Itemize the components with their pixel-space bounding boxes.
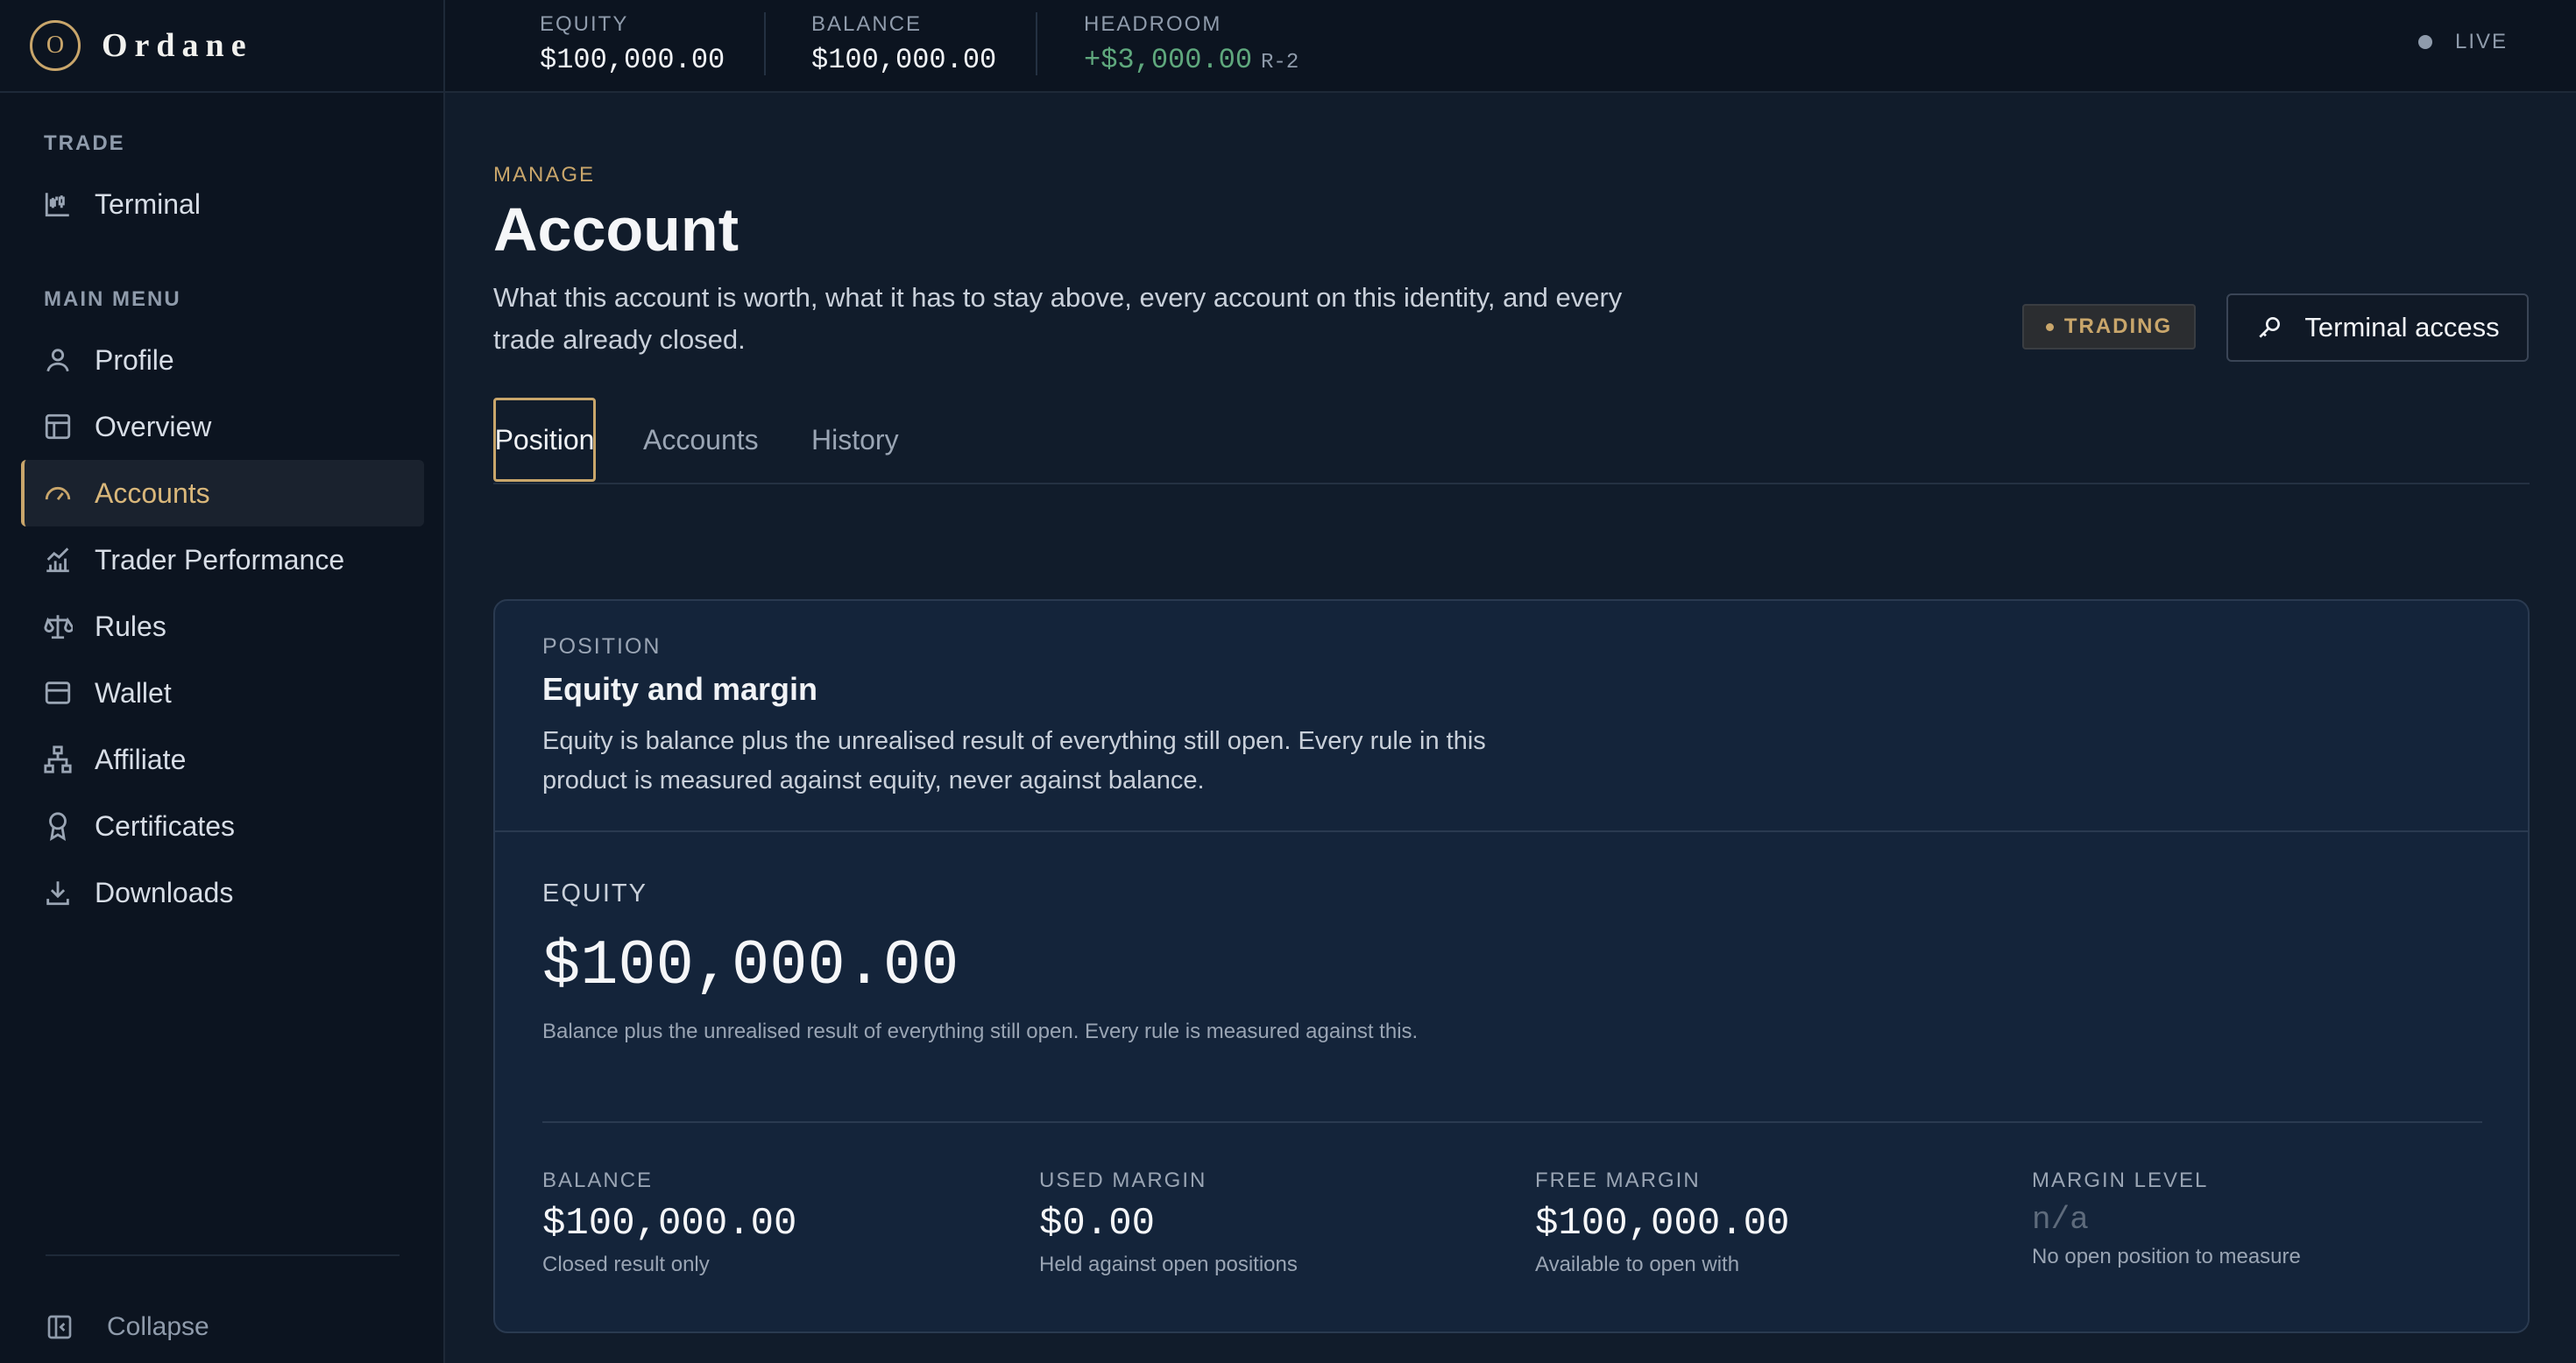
sidebar-item-trader-performance[interactable]: Trader Performance xyxy=(21,526,424,593)
sidebar-item-rules[interactable]: Rules xyxy=(21,593,424,660)
metric-free-margin: FREE MARGIN $100,000.00 Available to ope… xyxy=(1535,1169,1789,1277)
sidebar-item-terminal[interactable]: Terminal xyxy=(21,171,424,237)
headroom-stat-label: HEADROOM xyxy=(1084,12,1222,36)
sidebar-item-label: Certificates xyxy=(95,809,236,842)
user-icon xyxy=(42,344,74,376)
sidebar-item-accounts[interactable]: Accounts xyxy=(21,460,424,526)
brand-name: Ordane xyxy=(102,27,253,64)
top-bar: EQUITY $100,000.00 BALANCE $100,000.00 H… xyxy=(445,0,2576,93)
metric-sub: Available to open with xyxy=(1535,1253,1740,1276)
metric-used-margin: USED MARGIN $0.00 Held against open posi… xyxy=(1039,1169,1298,1277)
equity-value: $100,000.00 xyxy=(542,930,959,1002)
badge-dot-icon xyxy=(2045,322,2054,331)
metric-sub: Held against open positions xyxy=(1039,1253,1298,1276)
nav-section-trade: TRADE xyxy=(44,131,125,155)
metric-label: MARGIN LEVEL xyxy=(2032,1169,2209,1192)
brand-logo: O xyxy=(30,20,81,71)
balance-stat-label: BALANCE xyxy=(811,12,923,36)
gauge-icon xyxy=(42,477,74,509)
terminal-access-button[interactable]: Terminal access xyxy=(2226,293,2529,362)
nav-section-main: MAIN MENU xyxy=(44,287,181,311)
card-divider xyxy=(542,1121,2482,1123)
sidebar-item-certificates[interactable]: Certificates xyxy=(21,793,424,859)
card-header: POSITION Equity and margin Equity is bal… xyxy=(495,601,2528,832)
page-title: Account xyxy=(493,195,739,264)
network-icon xyxy=(42,744,74,775)
metric-label: USED MARGIN xyxy=(1039,1169,1207,1192)
headroom-stat-value: +$3,000.00 R-2 xyxy=(1084,44,1299,76)
live-status: LIVE xyxy=(2417,30,2508,54)
card-description: Equity is balance plus the unrealised re… xyxy=(542,727,1486,794)
award-icon xyxy=(42,810,74,842)
metric-margin-level: MARGIN LEVEL n/a No open position to mea… xyxy=(2032,1169,2301,1269)
page-description: What this account is worth, what it has … xyxy=(493,282,1623,355)
sidebar-item-label: Overview xyxy=(95,410,212,442)
status-badge-label: TRADING xyxy=(2063,314,2173,338)
page-eyebrow: MANAGE xyxy=(493,163,596,187)
layout-icon xyxy=(42,411,74,442)
download-icon xyxy=(42,877,74,908)
candlestick-chart-icon xyxy=(42,188,74,220)
sidebar: O Ordane TRADE Terminal MAIN MENU Profil… xyxy=(0,0,445,1363)
sidebar-item-label: Affiliate xyxy=(95,743,187,775)
metric-balance: BALANCE $100,000.00 Closed result only xyxy=(542,1169,796,1277)
stat-divider xyxy=(1036,12,1037,75)
bar-chart-trend-icon xyxy=(42,544,74,576)
sidebar-item-label: Wallet xyxy=(95,676,172,709)
key-icon xyxy=(2259,317,2281,338)
headroom-value: +$3,000.00 xyxy=(1084,44,1253,76)
sidebar-item-downloads[interactable]: Downloads xyxy=(21,859,424,926)
sidebar-item-wallet[interactable]: Wallet xyxy=(21,660,424,726)
card-eyebrow: POSITION xyxy=(542,634,662,659)
metric-label: BALANCE xyxy=(542,1169,654,1192)
sidebar-item-label: Trader Performance xyxy=(95,543,345,576)
live-status-label: LIVE xyxy=(2454,30,2508,53)
brand[interactable]: O Ordane xyxy=(0,0,443,93)
sidebar-divider xyxy=(46,1254,400,1256)
metric-value: $100,000.00 xyxy=(1535,1202,1790,1246)
equity-stat-value: $100,000.00 xyxy=(540,44,725,76)
equity-margin-card: POSITION Equity and margin Equity is bal… xyxy=(493,599,2530,1333)
headroom-stat: HEADROOM +$3,000.00 R-2 xyxy=(1084,12,1299,76)
card-title: Equity and margin xyxy=(542,671,818,707)
status-dot-icon xyxy=(2417,35,2432,49)
collapse-label: Collapse xyxy=(107,1312,209,1341)
headroom-rule-tag: R-2 xyxy=(1261,51,1299,74)
sidebar-item-label: Profile xyxy=(95,343,174,376)
scale-icon xyxy=(42,611,74,642)
sidebar-item-profile[interactable]: Profile xyxy=(21,327,424,393)
terminal-access-label: Terminal access xyxy=(2304,312,2500,343)
metric-value: n/a xyxy=(2032,1202,2089,1238)
sidebar-item-label: Terminal xyxy=(95,187,201,220)
metric-sub: Closed result only xyxy=(542,1253,710,1276)
balance-stat: BALANCE $100,000.00 xyxy=(811,12,996,76)
sidebar-item-overview[interactable]: Overview xyxy=(21,393,424,460)
wallet-icon xyxy=(42,677,74,709)
sidebar-item-label: Accounts xyxy=(95,477,210,509)
collapse-sidebar-icon xyxy=(47,1315,72,1339)
metric-sub: No open position to measure xyxy=(2032,1245,2301,1268)
equity-stat: EQUITY $100,000.00 xyxy=(540,12,725,76)
sidebar-item-label: Rules xyxy=(95,610,166,642)
tab-accounts[interactable]: Accounts xyxy=(643,398,759,482)
status-badge: TRADING xyxy=(2022,304,2196,350)
sidebar-item-affiliate[interactable]: Affiliate xyxy=(21,726,424,793)
tab-history[interactable]: History xyxy=(811,398,899,482)
metric-label: FREE MARGIN xyxy=(1535,1169,1701,1192)
collapse-button[interactable]: Collapse xyxy=(46,1312,209,1342)
equity-stat-label: EQUITY xyxy=(540,12,629,36)
tab-position[interactable]: Position xyxy=(493,398,596,482)
tab-bar: Position Accounts History xyxy=(493,398,2530,484)
balance-stat-value: $100,000.00 xyxy=(811,44,997,76)
stat-divider xyxy=(764,12,766,75)
sidebar-item-label: Downloads xyxy=(95,876,234,908)
metric-value: $0.00 xyxy=(1039,1202,1156,1246)
metric-value: $100,000.00 xyxy=(542,1202,797,1246)
equity-label: EQUITY xyxy=(542,879,648,907)
equity-note: Balance plus the unrealised result of ev… xyxy=(542,1020,1419,1043)
